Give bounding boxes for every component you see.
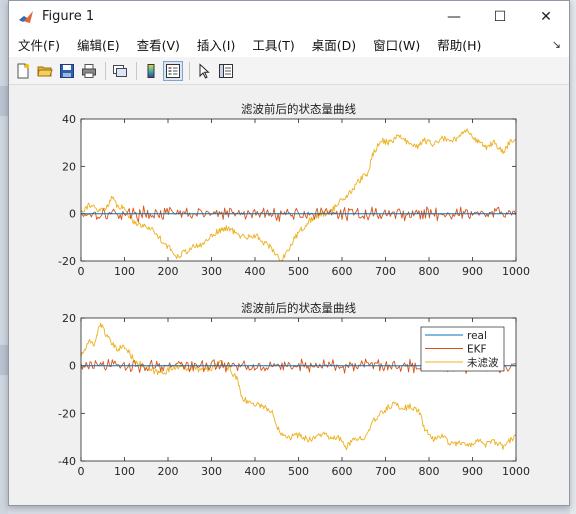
link-plot-button[interactable] [110,61,130,81]
close-icon: ✕ [540,8,552,25]
open-folder-icon [37,66,53,76]
y-tick-label: 0 [69,208,76,221]
property-editor-button[interactable] [216,61,236,81]
toolbar-separator [189,61,190,80]
y-tick-label: 0 [69,360,76,373]
y-tick-label: 20 [62,312,76,325]
open-button[interactable] [35,61,55,81]
x-tick-label: 600 [332,465,353,478]
x-tick-label: 500 [288,265,309,278]
colorbar-icon [147,63,155,78]
title-bar[interactable]: Figure 1 — ☐ ✕ [9,1,569,32]
menu-overflow-icon[interactable]: ↘ [552,38,561,51]
x-tick-label: 100 [114,465,135,478]
pointer-icon [199,62,210,79]
x-tick-label: 700 [375,465,396,478]
axes-2: 滤波前后的状态量曲线0 100 200 300 400 500 600 700 800 900 10… [58,301,530,478]
menu-file[interactable]: 文件(F) [9,35,68,54]
x-tick-label: 800 [419,465,440,478]
minimize-button[interactable]: — [431,1,477,32]
x-tick-label: 900 [462,265,483,278]
colorbar-button[interactable] [141,61,161,81]
x-tick-label: 1000 [502,265,530,278]
figure-window: Figure 1 — ☐ ✕ 文件(F) 编辑(E) 查看(V) 插入(I) 工… [8,0,570,506]
x-tick-label: 1000 [502,465,530,478]
x-tick-label: 200 [158,265,179,278]
x-tick-label: 500 [288,465,309,478]
menu-bar: 文件(F) 编辑(E) 查看(V) 插入(I) 工具(T) 桌面(D) 窗口(W… [9,32,569,57]
background-desktop-strip-right [570,0,576,514]
maximize-icon: ☐ [493,8,507,25]
menu-insert[interactable]: 插入(I) [188,35,243,54]
menu-window[interactable]: 窗口(W) [364,35,428,54]
y-tick-label: 20 [62,160,76,173]
minimize-icon: — [447,8,461,25]
x-tick-label: 400 [245,465,266,478]
x-tick-label: 900 [462,465,483,478]
x-tick-label: 300 [201,465,222,478]
new-figure-icon [17,63,30,78]
background-window-edge [0,86,8,116]
menu-edit[interactable]: 编辑(E) [68,35,128,54]
legend-label-ekf: EKF [467,344,487,356]
y-tick-label: -40 [58,455,76,468]
x-tick-label: 600 [332,265,353,278]
y-tick-label: -20 [58,255,76,268]
print-icon [82,63,96,78]
plot-svg: 滤波前后的状态量曲线0 100 200 300 400 500 600 700 800 900 10… [58,102,530,478]
background-window-edge [0,345,8,375]
x-tick-label: 300 [201,265,222,278]
new-figure-button[interactable] [13,61,33,81]
background-desktop-strip [0,0,8,514]
menu-view[interactable]: 查看(V) [128,35,188,54]
x-tick-label: 200 [158,465,179,478]
link-plot-icon [113,64,127,77]
chart-title: 滤波前后的状态量曲线 [241,301,356,315]
legend-icon [166,63,180,78]
legend-button[interactable] [163,60,183,81]
y-tick-label: -20 [58,407,76,420]
x-tick-label: 700 [375,265,396,278]
x-tick-label: 0 [78,265,85,278]
x-tick-label: 100 [114,265,135,278]
x-tick-label: 400 [245,265,266,278]
pointer-button[interactable] [194,61,214,81]
chart-title: 滤波前后的状态量曲线 [241,102,356,116]
toolbar-separator [105,61,106,80]
save-button[interactable] [57,61,77,81]
axes-1: 滤波前后的状态量曲线0 100 200 300 400 500 600 700 800 900 10… [58,102,530,278]
legend-label-unfiltered: 未滤波 [467,356,499,369]
menu-desktop[interactable]: 桌面(D) [303,35,364,54]
window-title: Figure 1 [42,9,95,24]
menu-tools[interactable]: 工具(T) [243,35,302,54]
print-button[interactable] [79,61,99,81]
save-icon [60,63,74,78]
x-tick-label: 0 [78,465,85,478]
legend-label-real: real [467,330,487,342]
toolbar-separator [136,61,137,80]
figure-canvas[interactable]: 滤波前后的状态量曲线 0 100 200 300 400 500 600 700 800 900 10… [9,85,569,505]
figure-toolbar [9,57,569,85]
legend: real EKF未滤波 [420,326,505,372]
matlab-icon [18,9,34,25]
close-button[interactable]: ✕ [523,1,569,32]
x-tick-label: 800 [419,265,440,278]
menu-help[interactable]: 帮助(H) [428,35,489,54]
property-editor-icon [219,63,233,78]
y-tick-label: 40 [62,113,76,126]
maximize-button[interactable]: ☐ [477,1,523,32]
